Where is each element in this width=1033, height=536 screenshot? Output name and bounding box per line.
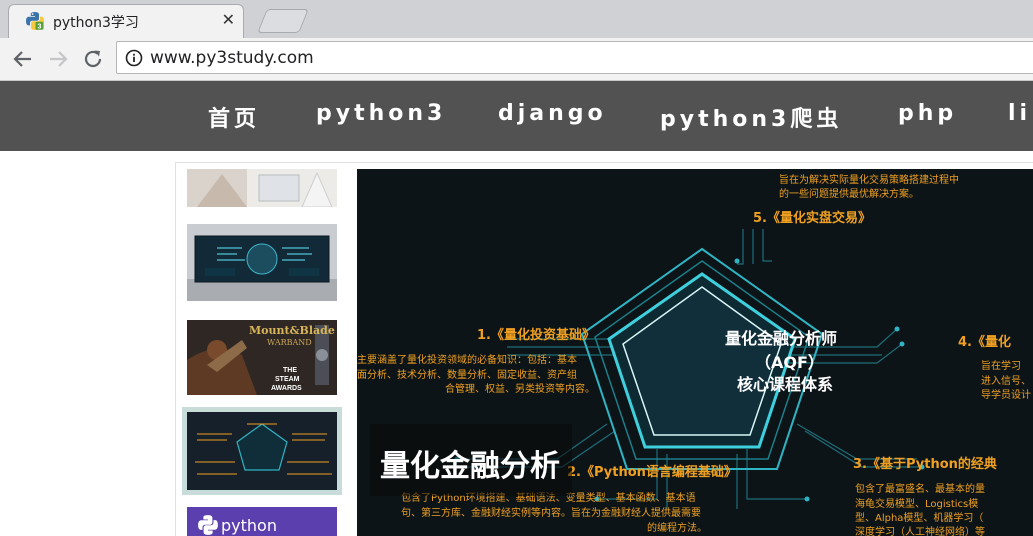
nav-item-home[interactable]: 首页 <box>208 101 260 133</box>
thumb-control-room[interactable] <box>187 224 337 301</box>
back-arrow-icon <box>13 51 31 67</box>
module-2-desc-line2: 句、第三方库、金融财经实例等内容。旨在为金融财经人提供最需要 <box>401 508 701 519</box>
url-text[interactable]: www.py3study.com <box>150 48 314 68</box>
nav-item-li[interactable]: li <box>1008 101 1031 126</box>
module-3-desc-line4: 深度学习（人工神经网络）等 <box>855 527 985 536</box>
module-3-desc-line1: 包含了最富盛名、最基本的量 <box>855 484 985 495</box>
thumb-quant-finance[interactable] <box>187 412 337 490</box>
thumb-python-logo[interactable]: python <box>187 507 337 536</box>
nav-item-django[interactable]: django <box>498 101 607 126</box>
top-desc-line1: 旨在为解决实际量化交易策略搭建过程中 <box>779 175 959 186</box>
thumb-mount-blade[interactable]: Mount&Blade WARBAND THE STEAM AWARDS <box>187 320 337 395</box>
thumb-office-photo[interactable] <box>187 169 337 207</box>
browser-toolbar: www.py3study.com <box>0 38 1033 81</box>
module-4-desc-line2: 进入信号、 <box>981 376 1031 387</box>
module-1-desc-line1: 主要涵盖了量化投资领域的必备知识：包括：基本 <box>357 355 577 366</box>
center-title-line1: 量化金融分析师 <box>725 329 838 348</box>
module-2-desc-line3: 的编程方法。 <box>647 523 707 534</box>
module-1-title: 1.《量化投资基础》 <box>477 328 595 343</box>
center-title-line2: （AQF） <box>755 353 824 372</box>
address-bar[interactable]: www.py3study.com <box>116 41 1033 74</box>
python-logo-icon <box>198 515 218 535</box>
new-tab-button[interactable] <box>257 9 309 33</box>
forward-arrow-icon <box>50 51 68 67</box>
module-3-desc-line3: 型、Alpha模型、机器学习（ <box>855 513 984 524</box>
center-title-line3: 核心课程体系 <box>737 375 834 394</box>
steam-awards-line3: AWARDS <box>271 385 302 392</box>
tab-close-icon[interactable]: ✕ <box>222 10 235 29</box>
nav-item-php[interactable]: php <box>898 101 957 126</box>
python-favicon-icon: 3 <box>26 12 44 31</box>
module-1-desc-line2: 面分析、技术分析、数量分析、固定收益、资产组 <box>357 370 577 381</box>
mount-blade-logo-sub: WARBAND <box>267 338 312 347</box>
browser-tabstrip: 3 python3学习 ✕ <box>0 0 1033 38</box>
module-4-desc-line3: 导学员设计 <box>981 390 1031 401</box>
quant-finance-thumb-image <box>187 412 337 490</box>
mount-blade-logo-title: Mount&Blade <box>249 324 335 337</box>
site-nav: 首页 python3 django python3爬虫 php li <box>0 81 1033 151</box>
python-logo-label: python <box>221 516 277 535</box>
forward-button[interactable] <box>46 47 70 71</box>
control-room-image <box>187 224 337 301</box>
module-3-desc-line2: 海龟交易模型、Logistics模 <box>855 499 979 510</box>
hero-banner[interactable]: 量化金融分析师 （AQF） 核心课程体系 旨在为解决实际量化交易策略搭建过程中 … <box>357 169 1033 536</box>
steam-awards-line2: STEAM <box>275 376 300 383</box>
svg-text:3: 3 <box>38 24 42 31</box>
nav-item-python3[interactable]: python3 <box>316 101 446 126</box>
tab-title: python3学习 <box>53 15 139 31</box>
module-4-title: 4.《量化 <box>958 335 1011 350</box>
nav-item-python3-spider[interactable]: python3爬虫 <box>660 101 842 133</box>
module-3-title: 3.《基于Python的经典 <box>853 457 997 472</box>
banner-caption-box: 量化金融分析 <box>370 424 572 496</box>
banner-caption[interactable]: 量化金融分析 <box>380 441 560 485</box>
browser-tab[interactable]: 3 python3学习 ✕ <box>8 4 244 38</box>
reload-button[interactable] <box>81 47 105 71</box>
mount-blade-image: Mount&Blade WARBAND THE STEAM AWARDS <box>187 320 337 395</box>
steam-awards-line1: THE <box>283 367 297 374</box>
reload-icon <box>84 50 102 68</box>
module-2-title: 2.《Python语言编程基础》 <box>567 465 737 480</box>
office-photo-image <box>187 169 337 207</box>
module-4-desc-line1: 旨在学习 <box>981 361 1021 372</box>
info-icon[interactable] <box>125 49 143 67</box>
module-5-title: 5.《量化实盘交易》 <box>753 211 871 226</box>
module-1-desc-line3: 合管理、权益、另类投资等内容。 <box>445 384 595 395</box>
back-button[interactable] <box>11 47 35 71</box>
top-desc-line2: 的一些问题提供最优解决方案。 <box>779 189 919 200</box>
